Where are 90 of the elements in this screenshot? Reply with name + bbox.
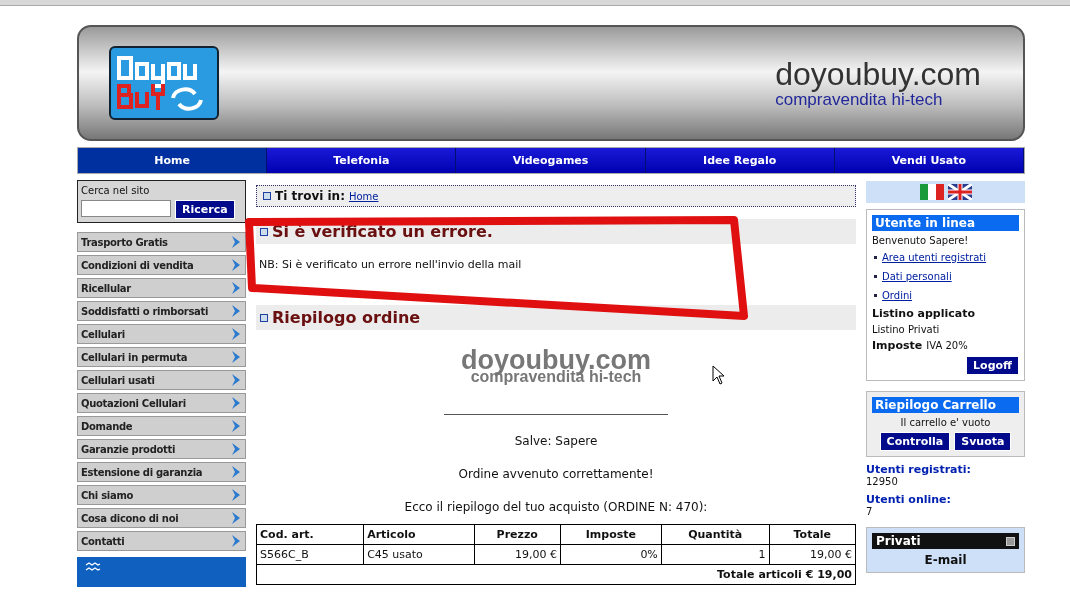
- user-link[interactable]: Ordini: [882, 290, 913, 301]
- chevron-right-icon: [230, 465, 242, 479]
- menu-item[interactable]: Trasporto Gratis: [77, 232, 246, 252]
- table-cell: C45 usato: [363, 544, 475, 565]
- wave-icon: [85, 561, 101, 573]
- column-header: Totale: [769, 524, 856, 545]
- chevron-right-icon: [230, 511, 242, 525]
- chevron-right-icon: [230, 373, 242, 387]
- search-button[interactable]: Ricerca: [175, 200, 235, 219]
- menu-item[interactable]: Quotazioni Cellulari: [77, 393, 246, 413]
- column-header: Cod. art.: [256, 524, 364, 545]
- table-cell: 0%: [560, 544, 662, 565]
- error-message: NB: Si è verificato un errore nell'invio della mail: [259, 257, 523, 273]
- stat-label: Utenti registrati:: [866, 463, 972, 476]
- confirmation-text: Ordine avvenuto correttamente!: [457, 467, 655, 481]
- menu-item[interactable]: Domande: [77, 416, 246, 436]
- bullet-icon: [263, 192, 271, 200]
- privati-title: Privati: [876, 534, 921, 548]
- panel-title: Utente in linea: [872, 215, 1019, 231]
- site-name: doyoubuy.com: [775, 56, 981, 93]
- cart-empty-text: Il carrello e' vuoto: [899, 417, 992, 428]
- tax-label: Imposte: [872, 339, 923, 352]
- menu-item[interactable]: Chi siamo: [77, 485, 246, 505]
- logo-icon[interactable]: [109, 46, 219, 120]
- bullet-icon: [874, 294, 877, 297]
- chevron-right-icon: [230, 396, 242, 410]
- bullet-icon: [260, 313, 268, 322]
- chevron-right-icon: [230, 304, 242, 318]
- menu-item[interactable]: Contatti: [77, 531, 246, 551]
- privati-item[interactable]: E-mail: [872, 549, 1019, 567]
- menu-item[interactable]: Cellulari: [77, 324, 246, 344]
- bullet-icon: [874, 256, 877, 259]
- logoff-button[interactable]: Logoff: [966, 356, 1019, 375]
- chevron-right-icon: [230, 327, 242, 341]
- breadcrumb-link[interactable]: Home: [348, 190, 379, 202]
- search-field[interactable]: [81, 200, 171, 217]
- nav-tab[interactable]: Idee Regalo: [645, 148, 835, 173]
- column-header: Articolo: [363, 524, 475, 545]
- mouse-cursor-icon: [712, 365, 724, 385]
- table-cell: 1: [661, 544, 770, 565]
- nav-tab[interactable]: Home: [78, 148, 268, 173]
- cart-button[interactable]: Controlla: [879, 432, 951, 451]
- greeting-text: Salve: Sapere: [513, 434, 599, 448]
- collapse-icon[interactable]: [1006, 536, 1015, 546]
- user-link[interactable]: Dati personali: [882, 271, 952, 282]
- menu-item[interactable]: Garanzie prodotti: [77, 439, 246, 459]
- stat-value: 12950: [866, 476, 899, 487]
- column-header: Imposte: [560, 524, 662, 545]
- cart-button[interactable]: Svuota: [954, 432, 1012, 451]
- stat-label: Utenti online:: [866, 493, 952, 506]
- british-flag-icon[interactable]: [947, 184, 972, 200]
- menu-item[interactable]: Cosa dicono di noi: [77, 508, 246, 528]
- column-header: Quantità: [661, 524, 770, 545]
- table-cell: S566C_B: [256, 544, 364, 565]
- pricelist-value: Listino Privati: [872, 324, 941, 335]
- menu-item[interactable]: Cellulari usati: [77, 370, 246, 390]
- menu-item[interactable]: Condizioni di vendita: [77, 255, 246, 275]
- total-cell: Totale articoli € 19,00: [256, 564, 856, 585]
- chevron-right-icon: [230, 419, 242, 433]
- breadcrumb-label: Ti trovi in:: [275, 189, 345, 203]
- nav-tab[interactable]: Vendi Usato: [834, 148, 1024, 173]
- bullet-icon: [260, 227, 268, 236]
- user-link[interactable]: Area utenti registrati: [882, 252, 987, 263]
- chevron-right-icon: [230, 258, 242, 272]
- bullet-icon: [874, 275, 877, 278]
- menu-item[interactable]: Cellulari in permuta: [77, 347, 246, 367]
- chevron-right-icon: [230, 350, 242, 364]
- search-title: Cerca nel sito: [81, 185, 150, 196]
- chevron-right-icon: [230, 534, 242, 548]
- menu-item[interactable]: Ricellular: [77, 278, 246, 298]
- welcome-text: Benvenuto Sapere!: [872, 235, 970, 246]
- order-intro: Ecco il riepilogo del tuo acquisto (ORDINE N: 470):: [403, 500, 709, 514]
- menu-item[interactable]: Soddisfatti o rimborsati: [77, 301, 246, 321]
- table-cell: 19,00 €: [474, 544, 561, 565]
- pricelist-label: Listino applicato: [872, 307, 977, 320]
- italian-flag-icon[interactable]: [919, 184, 944, 200]
- chevron-right-icon: [230, 235, 242, 249]
- tax-value: IVA 20%: [926, 340, 968, 351]
- stat-value: 7: [866, 506, 874, 517]
- nav-tab[interactable]: Videogames: [456, 148, 646, 173]
- column-header: Prezzo: [474, 524, 561, 545]
- panel-title: Riepilogo Carrello: [872, 397, 1019, 413]
- table-cell: 19,00 €: [769, 544, 856, 565]
- nav-tab[interactable]: Telefonia: [267, 148, 457, 173]
- chevron-right-icon: [230, 281, 242, 295]
- chevron-right-icon: [230, 442, 242, 456]
- menu-item[interactable]: Estensione di garanzia: [77, 462, 246, 482]
- chevron-right-icon: [230, 488, 242, 502]
- summary-title: Riepilogo ordine: [272, 308, 421, 327]
- error-title: Si è verificato un errore.: [272, 222, 493, 241]
